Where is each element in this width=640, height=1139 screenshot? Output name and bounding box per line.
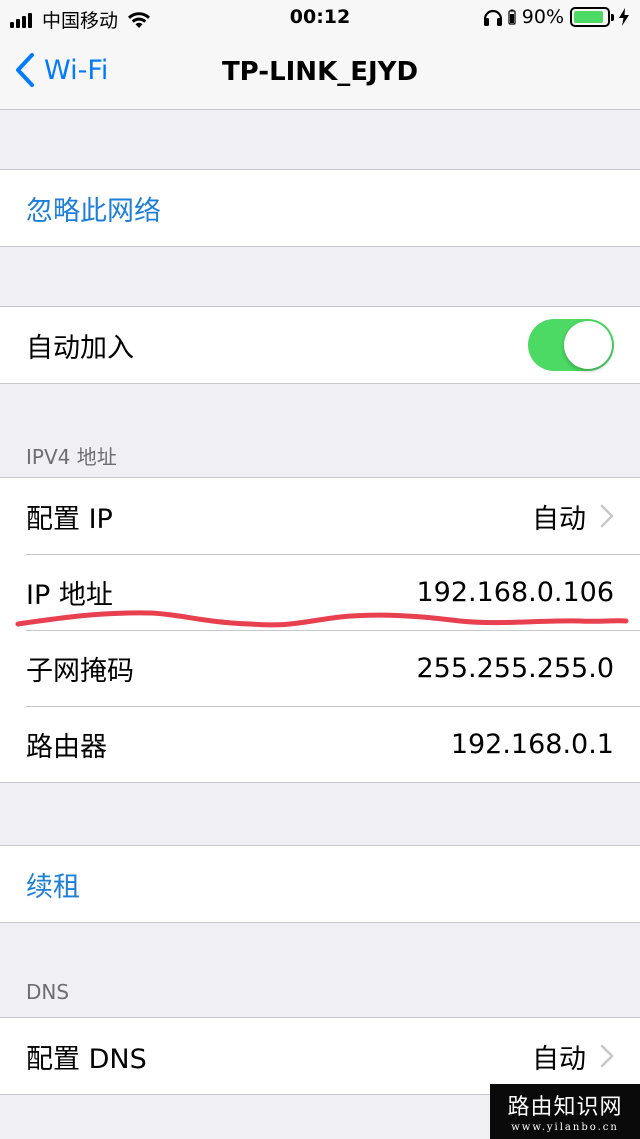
watermark-title: 路由知识网 <box>507 1095 623 1120</box>
battery-icon <box>570 7 614 27</box>
battery-percent: 90% <box>521 6 564 28</box>
auto-join-toggle[interactable] <box>528 319 614 371</box>
battery-fill <box>574 11 603 23</box>
watermark: 路由知识网 www.yilanbo.cn <box>490 1084 640 1139</box>
router-value: 192.168.0.1 <box>450 728 614 760</box>
auto-join-label: 自动加入 <box>26 332 134 364</box>
page-title: TP-LINK_EJYD <box>221 57 419 87</box>
forget-network-label: 忽略此网络 <box>26 195 161 227</box>
configure-dns-row[interactable]: 配置 DNS 自动 <box>0 1018 640 1094</box>
headphone-icon <box>483 9 502 26</box>
subnet-mask-value: 255.255.255.0 <box>416 652 614 684</box>
status-bar: 中国移动 00:12 90% <box>0 0 640 36</box>
navigation-bar: Wi-Fi TP-LINK_EJYD <box>0 36 640 110</box>
subnet-mask-label: 子网掩码 <box>26 655 134 687</box>
ipv4-section-header: IPV4 地址 <box>26 445 117 469</box>
toggle-knob <box>564 321 612 369</box>
forget-network-group: 忽略此网络 <box>0 169 640 247</box>
charging-icon <box>619 8 629 26</box>
auto-join-group: 自动加入 <box>0 306 640 384</box>
configure-ip-value: 自动 <box>532 503 586 535</box>
configure-dns-value: 自动 <box>532 1043 586 1075</box>
configure-ip-row[interactable]: 配置 IP 自动 <box>0 478 640 554</box>
subnet-mask-row: 子网掩码 255.255.255.0 <box>0 630 640 706</box>
renew-lease-group: 续租 <box>0 845 640 923</box>
headphone-battery-icon <box>508 9 516 25</box>
chevron-right-icon <box>600 504 614 528</box>
renew-lease-label: 续租 <box>26 871 80 903</box>
router-label: 路由器 <box>26 731 107 763</box>
router-row: 路由器 192.168.0.1 <box>0 706 640 782</box>
dns-section-header: DNS <box>26 980 70 1004</box>
forget-network-button[interactable]: 忽略此网络 <box>0 170 640 246</box>
watermark-url: www.yilanbo.cn <box>511 1122 619 1133</box>
renew-lease-button[interactable]: 续租 <box>0 846 640 922</box>
status-right: 90% <box>482 6 630 28</box>
configure-ip-label: 配置 IP <box>26 503 113 535</box>
configure-dns-label: 配置 DNS <box>26 1043 147 1075</box>
auto-join-row: 自动加入 <box>0 307 640 383</box>
red-underline-annotation <box>15 610 629 628</box>
chevron-right-icon <box>600 1044 614 1068</box>
